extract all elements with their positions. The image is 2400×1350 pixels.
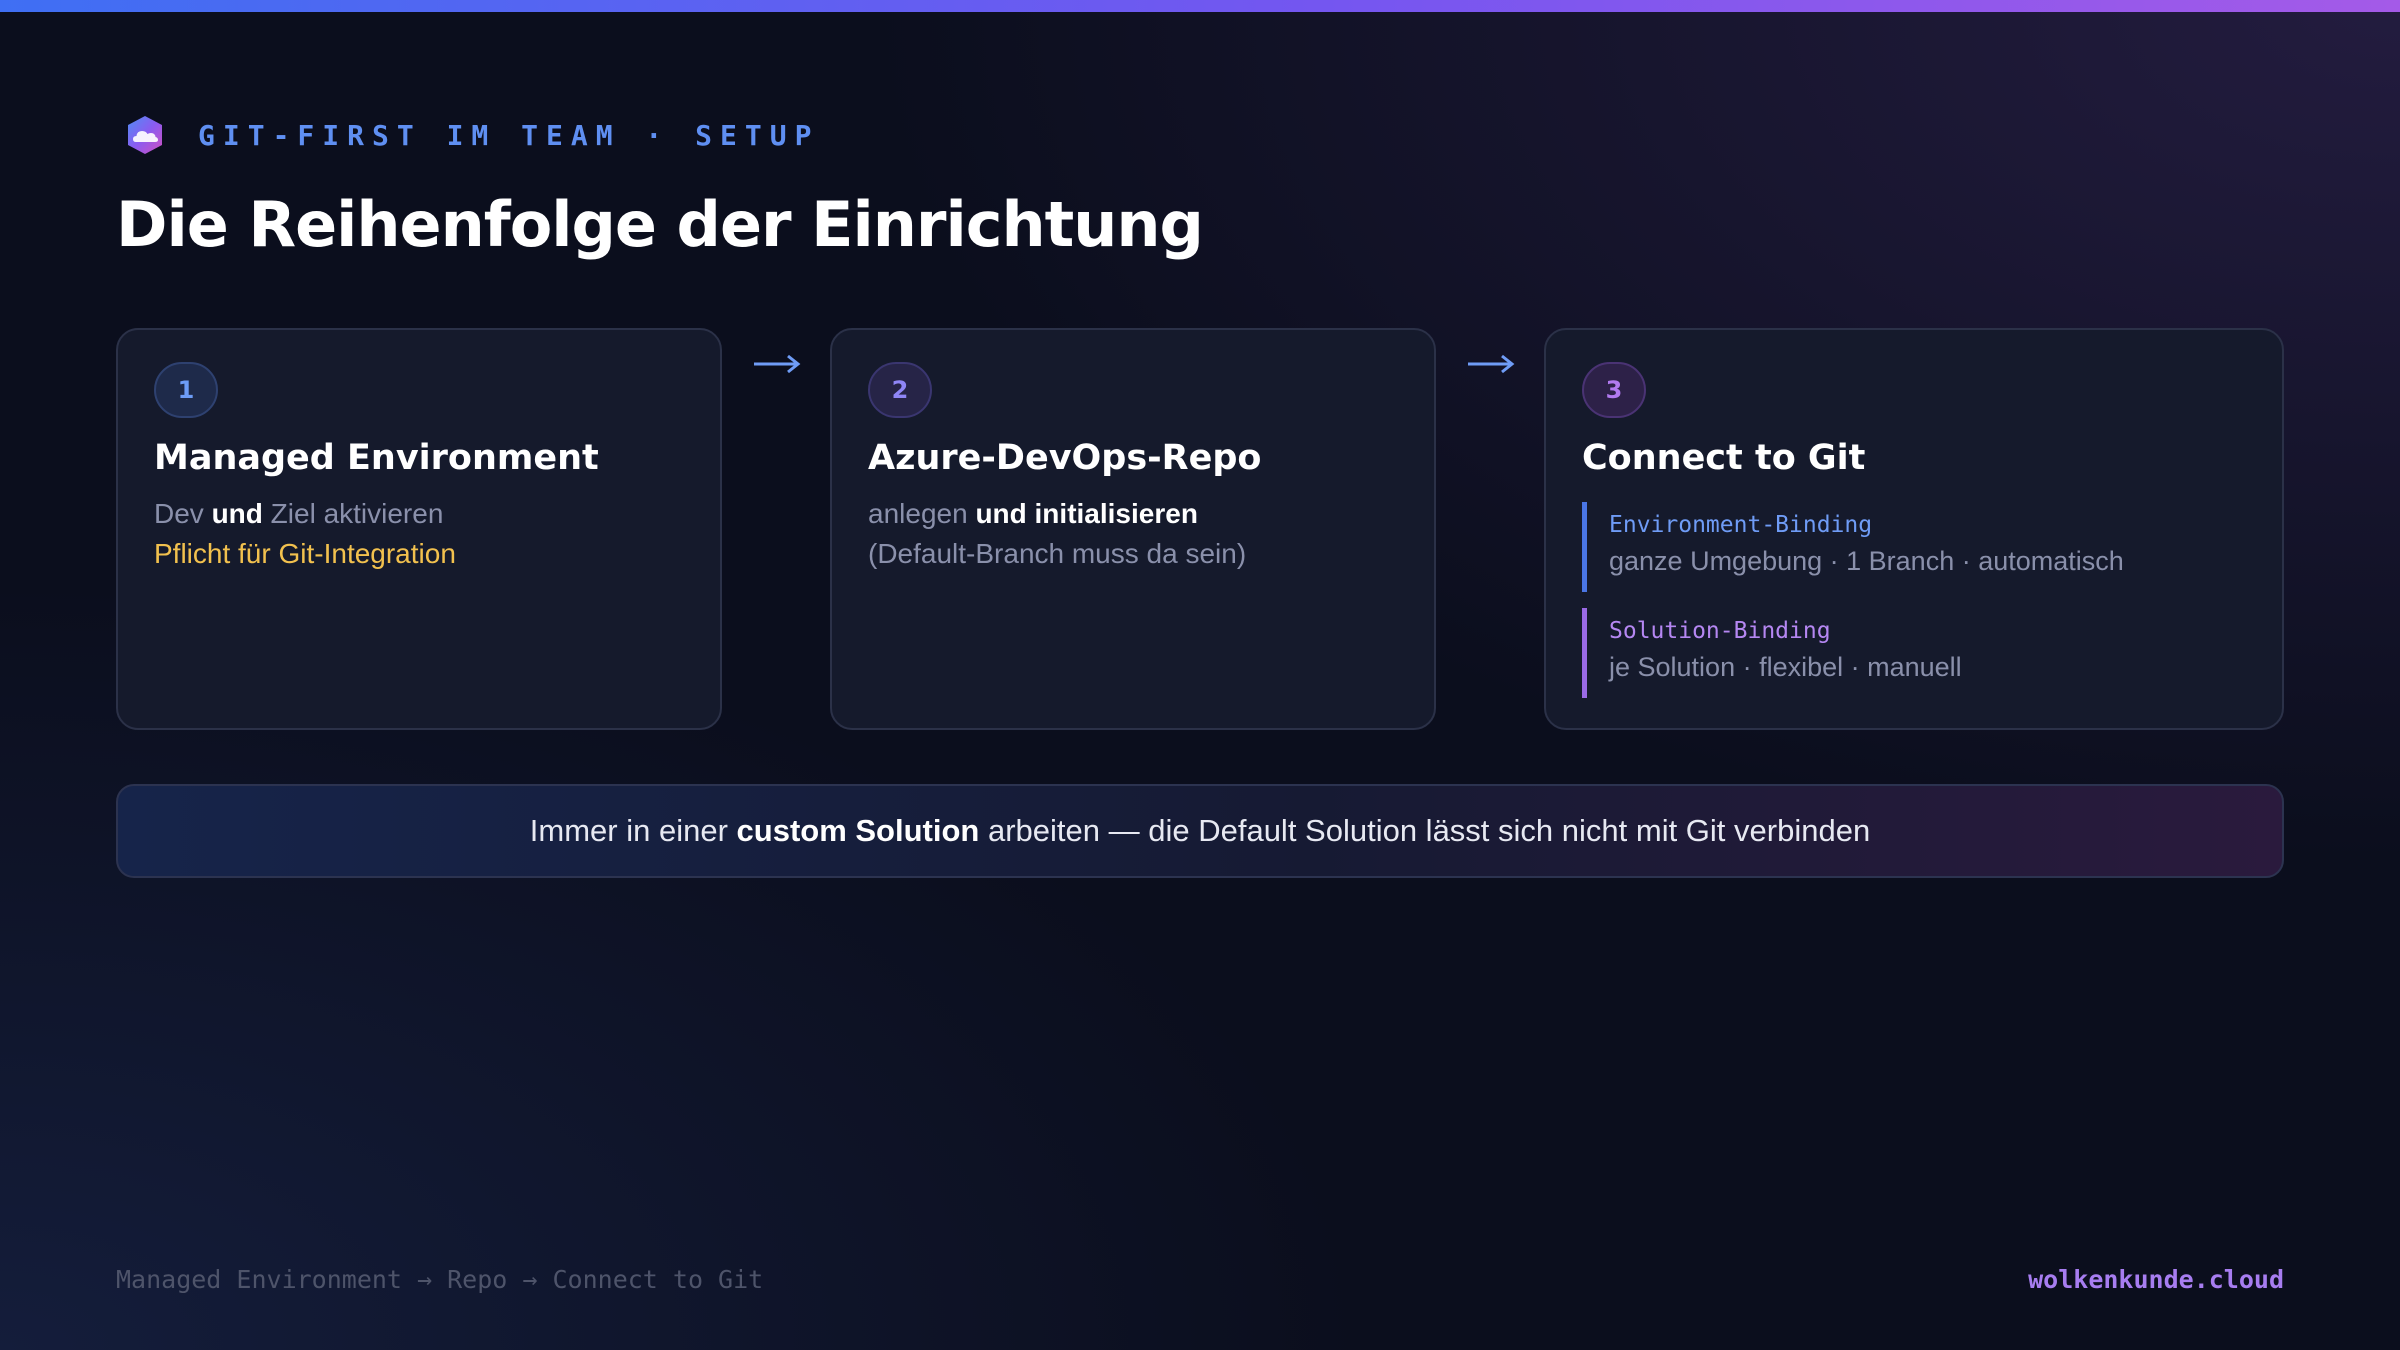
environment-binding-option: Environment-Binding ganze Umgebung · 1 B…	[1582, 502, 2202, 592]
step-card-managed-environment: 1 Managed Environment Dev und Ziel aktiv…	[116, 328, 722, 730]
top-gradient-bar	[0, 0, 2400, 12]
binding-description: je Solution · flexibel · manuell	[1609, 652, 1962, 682]
binding-description: ganze Umgebung · 1 Branch · automatisch	[1609, 546, 2124, 576]
step-card-azure-devops-repo: 2 Azure-DevOps-Repo anlegen und initiali…	[830, 328, 1436, 730]
arrow-right-icon	[1468, 354, 1515, 374]
step-card-connect-to-git: 3 Connect to Git Environment-Binding gan…	[1544, 328, 2284, 730]
callout-banner: Immer in einer custom Solution arbeiten …	[116, 784, 2284, 878]
step-title: Connect to Git	[1582, 438, 1866, 478]
binding-name: Solution-Binding	[1609, 618, 1831, 644]
step-description: anlegen und initialisieren	[868, 498, 1198, 529]
eyebrow-label: GIT-FIRST IM TEAM · SETUP	[198, 118, 820, 152]
step-description: Dev und Ziel aktivieren	[154, 498, 444, 529]
footer-breadcrumb: Managed Environment → Repo → Connect to …	[116, 1265, 764, 1294]
callout-text: Immer in einer custom Solution arbeiten …	[529, 813, 1871, 848]
step-requirement-note: Pflicht für Git-Integration	[154, 538, 456, 569]
page-title: Die Reihenfolge der Einrichtung	[116, 188, 1204, 261]
step-note: (Default-Branch muss da sein)	[868, 538, 1247, 569]
step-number-badge: 3	[1582, 362, 1646, 418]
binding-name: Environment-Binding	[1609, 512, 1873, 538]
step-number-badge: 2	[868, 362, 932, 418]
footer-brand: wolkenkunde.cloud	[2028, 1265, 2284, 1294]
step-title: Azure-DevOps-Repo	[868, 438, 1262, 478]
solution-binding-option: Solution-Binding je Solution · flexibel …	[1582, 608, 2202, 698]
step-number-badge: 1	[154, 362, 218, 418]
step-title: Managed Environment	[154, 438, 599, 478]
slide-eyebrow: GIT-FIRST IM TEAM · SETUP	[124, 114, 819, 156]
arrow-right-icon	[754, 354, 801, 374]
cloud-logo-icon	[128, 116, 162, 154]
